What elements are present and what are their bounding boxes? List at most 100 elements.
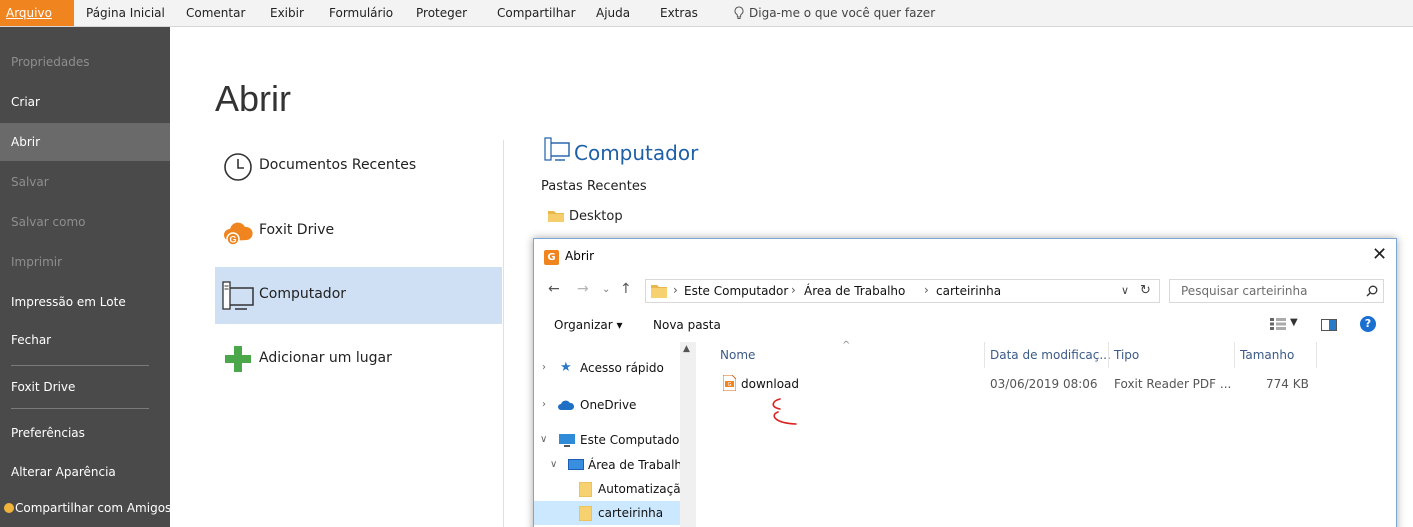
sidebar-divider — [11, 365, 149, 366]
tab-extras[interactable]: Extras — [660, 0, 698, 26]
column-divider[interactable] — [1316, 342, 1317, 368]
tell-me-text: Diga-me o que você quer fazer — [749, 6, 936, 20]
view-options-icon[interactable] — [1270, 318, 1286, 330]
divider — [503, 140, 504, 527]
tree-item-automatizacao[interactable]: Automatização — [534, 477, 680, 501]
forward-arrow-icon[interactable]: → — [577, 281, 589, 297]
tree-item-acesso-rapido[interactable]: › ★ Acesso rápido — [534, 356, 680, 380]
place-label: Documentos Recentes — [259, 157, 417, 173]
cloud-icon — [558, 400, 574, 410]
tree-item-area-de-trabalho[interactable]: ∨ Área de Trabalho — [534, 453, 680, 477]
refresh-icon[interactable]: ↻ — [1140, 283, 1151, 298]
tab-arquivo[interactable]: Arquivo — [0, 0, 74, 26]
sidebar-item-alterar-aparencia[interactable]: Alterar Aparência — [0, 453, 170, 491]
place-computador[interactable]: Computador — [215, 267, 502, 324]
tab-pagina-inicial[interactable]: Página Inicial — [86, 0, 165, 26]
dialog-title-bar: G Abrir ✕ — [534, 239, 1396, 273]
tree-item-label: carteirinha — [598, 506, 664, 520]
help-icon[interactable]: ? — [1360, 316, 1376, 332]
file-row[interactable]: G download 03/06/2019 08:06 Foxit Reader… — [696, 373, 1316, 395]
sidebar-item-criar[interactable]: Criar — [0, 83, 170, 121]
folder-icon — [548, 211, 564, 222]
scroll-up-icon[interactable]: ▲ — [683, 344, 690, 354]
breadcrumb-area-de-trabalho[interactable]: Área de Trabalho — [804, 284, 905, 298]
folder-icon — [651, 285, 667, 298]
chevron-down-icon[interactable]: ∨ — [540, 428, 547, 452]
command-bar: Organizar ▾ Nova pasta ▼ ? — [534, 311, 1396, 341]
tree-item-onedrive[interactable]: › OneDrive — [534, 393, 680, 417]
recent-folders-label: Pastas Recentes — [541, 179, 647, 194]
search-input[interactable] — [1171, 281, 1359, 301]
sidebar-item-label: Compartilhar com Amigos — [15, 501, 172, 515]
place-foxit-drive[interactable]: G Foxit Drive — [215, 203, 502, 260]
sidebar-item-abrir[interactable]: Abrir — [0, 123, 170, 161]
clock-icon — [224, 153, 252, 181]
search-box[interactable] — [1169, 279, 1384, 303]
tree-item-este-computador[interactable]: ∨ Este Computador — [534, 428, 680, 452]
breadcrumb-separator: › — [673, 283, 678, 297]
column-divider[interactable] — [1108, 342, 1109, 368]
place-documentos-recentes[interactable]: Documentos Recentes — [215, 138, 502, 195]
column-data-de-modificacao[interactable]: Data de modificaç... — [990, 348, 1111, 362]
navigation-row: ← → ⌄ ↑ › Este Computador › Área de Trab… — [534, 277, 1396, 305]
computer-icon — [544, 137, 570, 161]
svg-text:G: G — [728, 382, 732, 388]
recent-locations-chevron-icon[interactable]: ⌄ — [602, 284, 610, 295]
computer-icon — [222, 281, 254, 310]
sidebar-item-compartilhar-com-amigos[interactable]: Compartilhar com Amigos — [0, 489, 172, 527]
desktop-icon — [568, 459, 584, 470]
tab-exibir[interactable]: Exibir — [270, 0, 304, 26]
column-divider[interactable] — [984, 342, 985, 368]
breadcrumb-carteirinha[interactable]: carteirinha — [936, 284, 1001, 298]
address-bar[interactable]: › Este Computador › Área de Trabalho › c… — [645, 279, 1160, 303]
chevron-down-icon[interactable]: ▼ — [1290, 317, 1298, 328]
column-divider[interactable] — [1234, 342, 1235, 368]
tab-compartilhar[interactable]: Compartilhar — [497, 0, 576, 26]
svg-text:G: G — [229, 235, 236, 245]
organize-button[interactable]: Organizar ▾ — [554, 318, 623, 332]
up-arrow-icon[interactable]: ↑ — [620, 281, 632, 297]
sidebar-divider — [11, 408, 149, 409]
tab-ajuda[interactable]: Ajuda — [596, 0, 630, 26]
column-tamanho[interactable]: Tamanho — [1240, 348, 1294, 362]
sidebar-item-foxit-drive[interactable]: Foxit Drive — [0, 368, 170, 406]
foxit-logo-icon: G — [544, 250, 559, 265]
tell-me-search[interactable]: Diga-me o que você quer fazer — [733, 0, 935, 26]
tree-item-label: Área de Trabalho — [588, 458, 680, 472]
column-tipo[interactable]: Tipo — [1114, 348, 1139, 362]
sidebar-item-propriedades: Propriedades — [11, 55, 90, 69]
folder-icon — [579, 482, 592, 497]
sort-up-icon: ^ — [842, 340, 851, 351]
chevron-down-icon[interactable]: ∨ — [1121, 284, 1129, 297]
column-nome[interactable]: Nome — [720, 348, 755, 362]
sidebar-item-imprimir: Imprimir — [11, 255, 63, 269]
computer-heading: Computador — [574, 141, 699, 165]
tab-formulario[interactable]: Formulário — [329, 0, 393, 26]
close-button[interactable]: ✕ — [1372, 245, 1387, 265]
annotation-scribble — [772, 398, 797, 425]
chevron-down-icon[interactable]: ∨ — [550, 453, 557, 477]
preview-pane-icon[interactable] — [1321, 319, 1337, 331]
sidebar-item-preferencias[interactable]: Preferências — [0, 414, 170, 452]
file-name: download — [741, 377, 800, 391]
place-label: Computador — [259, 286, 347, 302]
chevron-right-icon[interactable]: › — [542, 393, 546, 417]
chevron-right-icon[interactable]: › — [542, 356, 546, 380]
tree-item-label: Acesso rápido — [580, 361, 664, 375]
tree-scrollbar[interactable]: ▲ — [680, 342, 696, 527]
tab-comentar[interactable]: Comentar — [186, 0, 245, 26]
sidebar-item-salvar-como: Salvar como — [11, 215, 86, 229]
tab-proteger[interactable]: Proteger — [416, 0, 467, 26]
recent-folder-desktop[interactable]: Desktop — [547, 205, 623, 227]
tree-item-label: Automatização — [598, 482, 680, 496]
breadcrumb-este-computador[interactable]: Este Computador — [684, 284, 788, 298]
back-arrow-icon[interactable]: ← — [548, 281, 560, 297]
navigation-tree: › ★ Acesso rápido › OneDrive ∨ Este Comp… — [534, 342, 696, 527]
breadcrumb-separator: › — [924, 283, 929, 297]
new-folder-button[interactable]: Nova pasta — [653, 318, 721, 332]
sidebar-item-fechar[interactable]: Fechar — [0, 321, 170, 359]
place-adicionar-um-lugar[interactable]: Adicionar um lugar — [215, 331, 502, 388]
tree-item-carteirinha[interactable]: carteirinha — [534, 501, 680, 525]
file-modified: 03/06/2019 08:06 — [990, 377, 1098, 391]
sidebar-item-impressao-em-lote[interactable]: Impressão em Lote — [0, 283, 170, 321]
